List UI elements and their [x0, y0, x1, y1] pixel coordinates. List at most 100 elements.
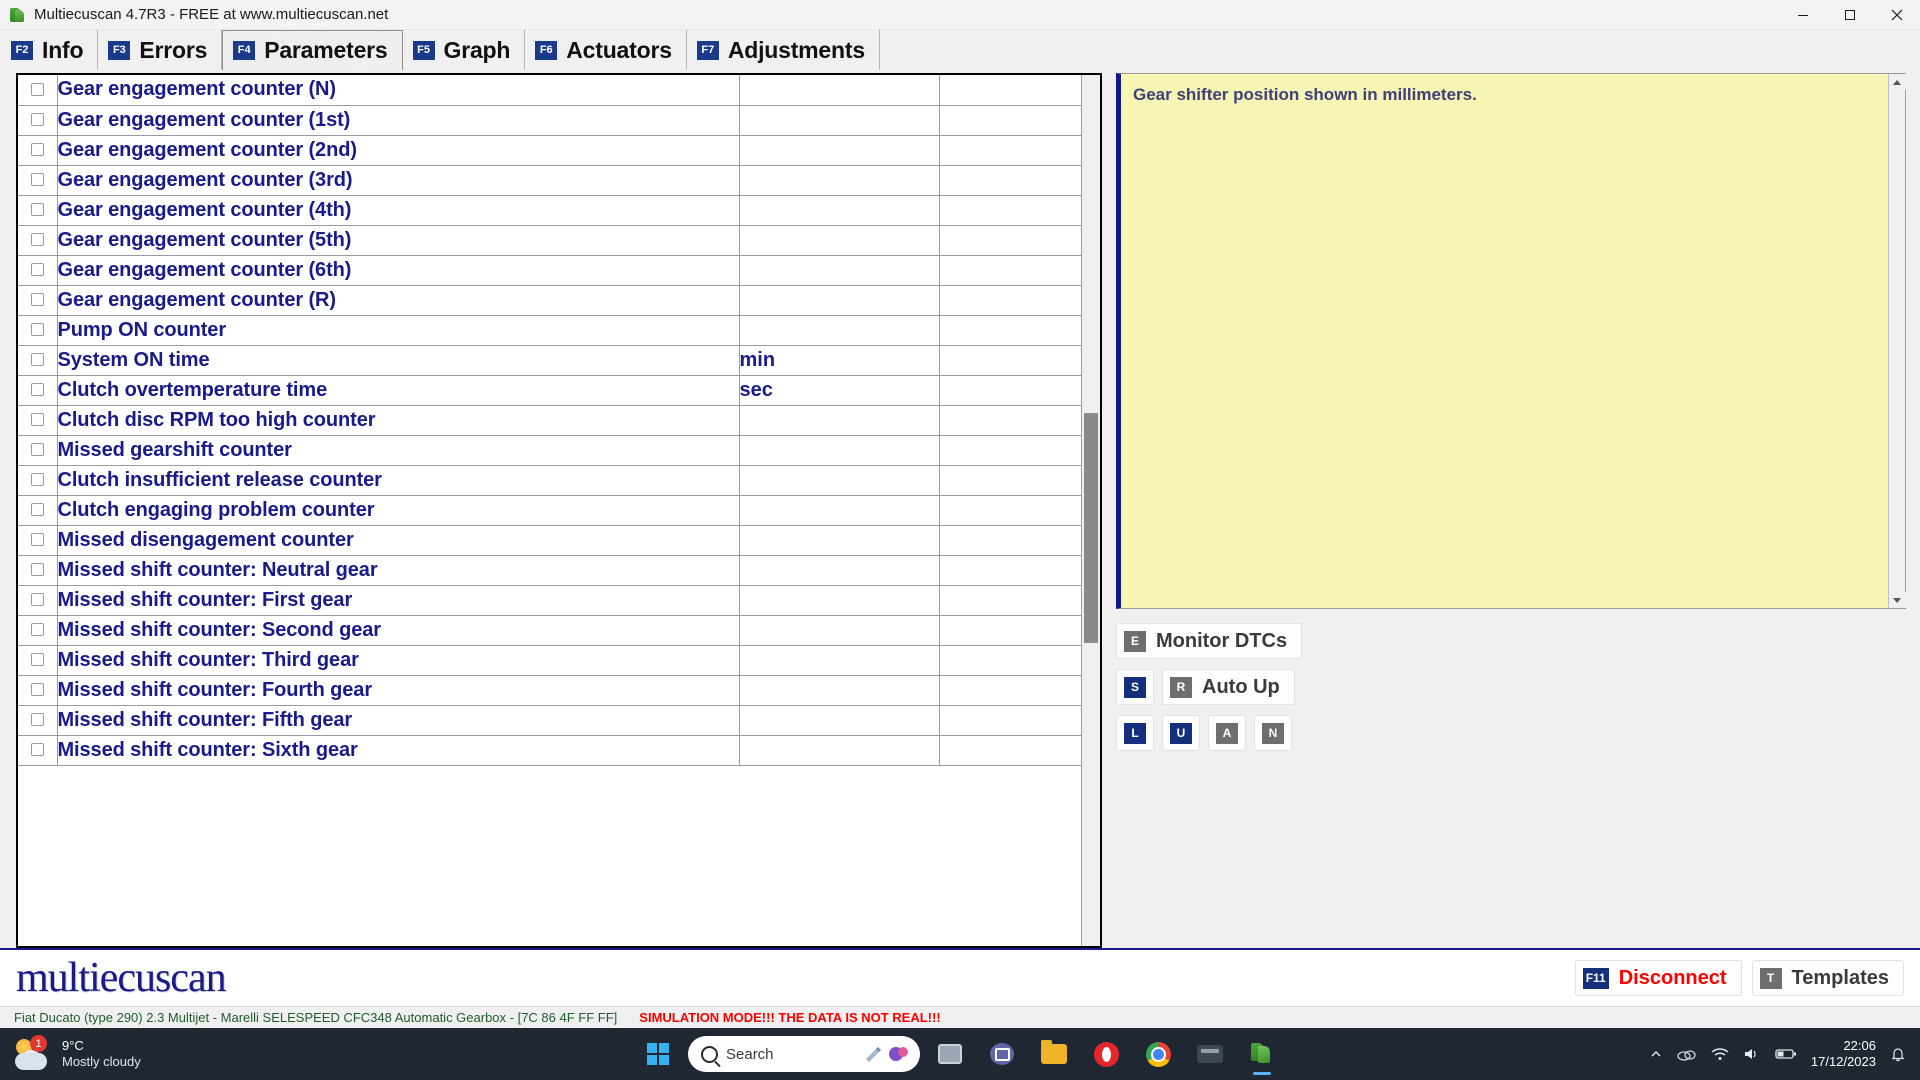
- table-row[interactable]: Missed shift counter: Third gear: [18, 645, 1081, 676]
- row-checkbox-cell[interactable]: [18, 255, 58, 286]
- search-input[interactable]: Search: [688, 1036, 920, 1072]
- row-checkbox-cell[interactable]: [18, 645, 58, 676]
- row-checkbox-cell[interactable]: [18, 225, 58, 256]
- checkbox-icon[interactable]: [30, 443, 44, 457]
- checkbox-icon[interactable]: [30, 563, 44, 577]
- row-checkbox-cell[interactable]: [18, 615, 58, 646]
- row-checkbox-cell[interactable]: [18, 135, 58, 166]
- table-row[interactable]: Gear engagement counter (4th): [18, 195, 1081, 226]
- checkbox-icon[interactable]: [30, 503, 44, 517]
- checkbox-icon[interactable]: [30, 173, 44, 187]
- ecu-tool-button[interactable]: [1188, 1032, 1232, 1076]
- monitor-dtcs-button[interactable]: E Monitor DTCs: [1116, 623, 1303, 659]
- row-checkbox-cell[interactable]: [18, 585, 58, 616]
- table-row[interactable]: Missed shift counter: Neutral gear: [18, 555, 1081, 586]
- table-row[interactable]: Missed shift counter: Second gear: [18, 615, 1081, 646]
- checkbox-icon[interactable]: [30, 203, 44, 217]
- teams-button[interactable]: [980, 1032, 1024, 1076]
- table-row[interactable]: Gear engagement counter (R): [18, 285, 1081, 316]
- tab-errors[interactable]: F3 Errors: [98, 30, 223, 70]
- description-vertical-scrollbar[interactable]: [1888, 74, 1906, 608]
- n-button[interactable]: N: [1254, 715, 1292, 751]
- opera-button[interactable]: [1084, 1032, 1128, 1076]
- checkbox-icon[interactable]: [30, 353, 44, 367]
- row-checkbox-cell[interactable]: [18, 735, 58, 766]
- tab-adjustments[interactable]: F7 Adjustments: [686, 30, 880, 70]
- onedrive-cloud-icon[interactable]: [1677, 1047, 1697, 1061]
- row-checkbox-cell[interactable]: [18, 405, 58, 436]
- checkbox-icon[interactable]: [30, 233, 44, 247]
- checkbox-icon[interactable]: [30, 83, 44, 97]
- table-row[interactable]: Gear engagement counter (1st): [18, 105, 1081, 136]
- checkbox-icon[interactable]: [30, 143, 44, 157]
- checkbox-icon[interactable]: [30, 743, 44, 757]
- row-checkbox-cell[interactable]: [18, 75, 58, 106]
- table-row[interactable]: Missed shift counter: Sixth gear: [18, 735, 1081, 766]
- table-row[interactable]: Clutch insufficient release counter: [18, 465, 1081, 496]
- table-row[interactable]: System ON time min: [18, 345, 1081, 376]
- table-row[interactable]: Pump ON counter: [18, 315, 1081, 346]
- checkbox-icon[interactable]: [30, 683, 44, 697]
- tab-actuators[interactable]: F6 Actuators: [525, 30, 687, 70]
- table-row[interactable]: Missed shift counter: First gear: [18, 585, 1081, 616]
- table-row[interactable]: Clutch overtemperature time sec: [18, 375, 1081, 406]
- auto-up-button[interactable]: R Auto Up: [1162, 669, 1295, 705]
- maximize-button[interactable]: [1826, 0, 1873, 30]
- parameters-vertical-scrollbar[interactable]: [1081, 75, 1100, 946]
- checkbox-icon[interactable]: [30, 623, 44, 637]
- row-checkbox-cell[interactable]: [18, 165, 58, 196]
- row-checkbox-cell[interactable]: [18, 195, 58, 226]
- weather-widget[interactable]: 1 9°C Mostly cloudy: [14, 1035, 244, 1071]
- checkbox-icon[interactable]: [30, 323, 44, 337]
- show-hidden-icons-chevron[interactable]: [1649, 1047, 1663, 1061]
- row-checkbox-cell[interactable]: [18, 465, 58, 496]
- table-row[interactable]: Clutch engaging problem counter: [18, 495, 1081, 526]
- checkbox-icon[interactable]: [30, 293, 44, 307]
- table-row[interactable]: Missed disengagement counter: [18, 525, 1081, 556]
- row-checkbox-cell[interactable]: [18, 375, 58, 406]
- start-button[interactable]: [636, 1032, 680, 1076]
- volume-icon[interactable]: [1743, 1047, 1761, 1061]
- up-button[interactable]: U: [1162, 715, 1200, 751]
- row-checkbox-cell[interactable]: [18, 435, 58, 466]
- table-row[interactable]: Missed shift counter: Fourth gear: [18, 675, 1081, 706]
- row-checkbox-cell[interactable]: [18, 525, 58, 556]
- row-checkbox-cell[interactable]: [18, 345, 58, 376]
- table-row[interactable]: Missed shift counter: Fifth gear: [18, 705, 1081, 736]
- log-button[interactable]: L: [1116, 715, 1154, 751]
- taskbar-clock[interactable]: 22:06 17/12/2023: [1811, 1038, 1876, 1071]
- row-checkbox-cell[interactable]: [18, 105, 58, 136]
- checkbox-icon[interactable]: [30, 383, 44, 397]
- close-button[interactable]: [1873, 0, 1920, 30]
- templates-button[interactable]: T Templates: [1751, 960, 1904, 996]
- table-row[interactable]: Gear engagement counter (5th): [18, 225, 1081, 256]
- stop-button[interactable]: S: [1116, 669, 1154, 705]
- checkbox-icon[interactable]: [30, 593, 44, 607]
- table-row[interactable]: Missed gearshift counter: [18, 435, 1081, 466]
- battery-icon[interactable]: [1775, 1047, 1797, 1061]
- file-explorer-button[interactable]: [1032, 1032, 1076, 1076]
- table-row[interactable]: Clutch disc RPM too high counter: [18, 405, 1081, 436]
- table-row[interactable]: Gear engagement counter (N): [18, 75, 1081, 106]
- row-checkbox-cell[interactable]: [18, 705, 58, 736]
- chrome-button[interactable]: [1136, 1032, 1180, 1076]
- checkbox-icon[interactable]: [30, 263, 44, 277]
- checkbox-icon[interactable]: [30, 113, 44, 127]
- table-row[interactable]: Gear engagement counter (3rd): [18, 165, 1081, 196]
- scrollbar-thumb[interactable]: [1084, 413, 1098, 643]
- row-checkbox-cell[interactable]: [18, 315, 58, 346]
- disconnect-button[interactable]: F11 Disconnect: [1574, 960, 1742, 996]
- checkbox-icon[interactable]: [30, 713, 44, 727]
- row-checkbox-cell[interactable]: [18, 675, 58, 706]
- tab-parameters[interactable]: F4 Parameters: [222, 30, 403, 70]
- checkbox-icon[interactable]: [30, 473, 44, 487]
- scroll-up-arrow-icon[interactable]: [1888, 74, 1906, 90]
- row-checkbox-cell[interactable]: [18, 555, 58, 586]
- tab-info[interactable]: F2 Info: [0, 30, 99, 70]
- multiecuscan-taskbar-button[interactable]: [1240, 1032, 1284, 1076]
- minimize-button[interactable]: [1779, 0, 1826, 30]
- checkbox-icon[interactable]: [30, 413, 44, 427]
- row-checkbox-cell[interactable]: [18, 285, 58, 316]
- checkbox-icon[interactable]: [30, 533, 44, 547]
- checkbox-icon[interactable]: [30, 653, 44, 667]
